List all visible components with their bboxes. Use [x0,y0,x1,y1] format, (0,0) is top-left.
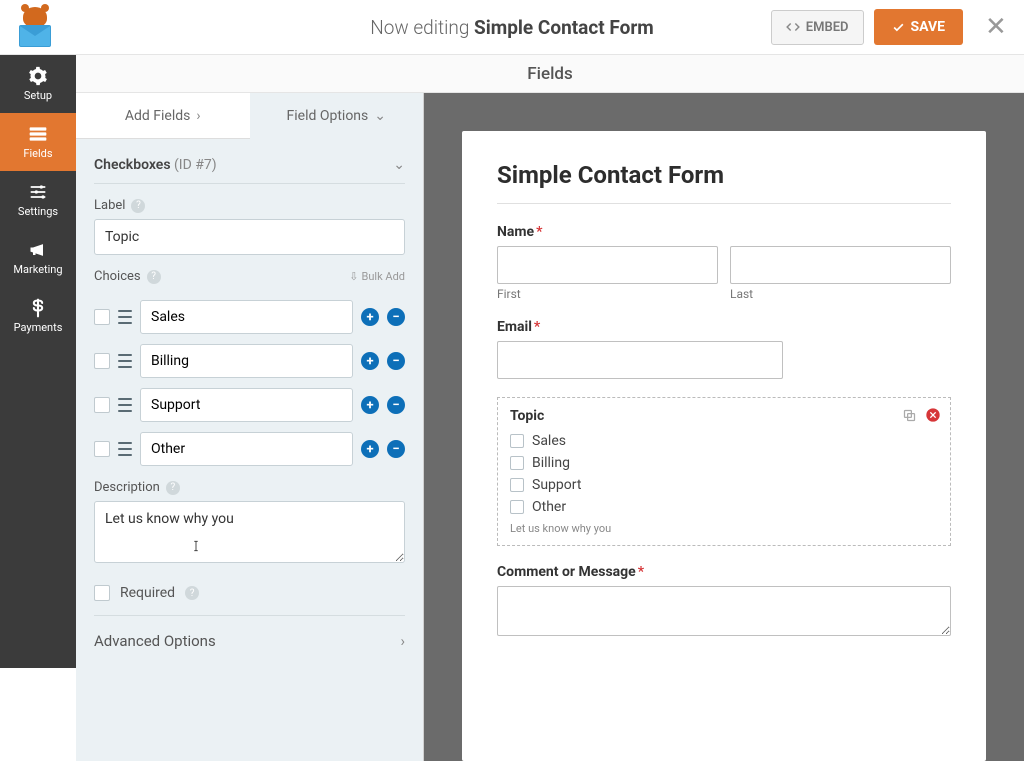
sidebar-item-label: Payments [14,321,63,334]
sidebar-item-fields[interactable]: Fields [0,113,76,171]
sidebar-item-label: Fields [23,147,52,160]
topic-label: Topic [510,408,938,424]
choices-heading: Choices ? [94,269,161,284]
bulk-add-button[interactable]: ⇩ Bulk Add [349,270,405,283]
preview-canvas: Simple Contact Form Name* First Last Ema… [424,93,1024,761]
choice-row: + − [94,432,405,466]
add-choice-button[interactable]: + [361,440,379,458]
help-icon[interactable]: ? [166,481,180,495]
add-choice-button[interactable]: + [361,352,379,370]
sidebar-item-label: Marketing [13,263,62,276]
sidebar-item-marketing[interactable]: Marketing [0,229,76,287]
gear-icon [28,66,48,86]
dollar-icon [28,298,48,318]
chevron-right-icon: › [196,108,200,124]
field-options-header[interactable]: Checkboxes (ID #7) ⌄ [94,139,405,184]
save-button[interactable]: SAVE [874,9,964,45]
add-choice-button[interactable]: + [361,396,379,414]
preview-name-field[interactable]: Name* First Last [497,224,951,301]
delete-field-button[interactable] [924,406,942,424]
drag-handle-icon[interactable] [118,354,132,368]
preview-choice: Other [510,496,938,518]
topic-description: Let us know why you [510,522,938,535]
choice-default-checkbox[interactable] [94,397,110,413]
first-name-sublabel: First [497,287,718,301]
label-heading: Label ? [94,184,405,219]
last-name-sublabel: Last [730,287,951,301]
tab-field-options[interactable]: Field Options ⌄ [250,93,424,139]
sidebar-item-payments[interactable]: Payments [0,287,76,345]
first-name-input[interactable] [497,246,718,284]
sidebar-item-settings[interactable]: Settings [0,171,76,229]
text-cursor-icon [189,537,203,555]
sidebar-item-setup[interactable]: Setup [0,55,76,113]
check-icon [892,21,905,34]
choice-default-checkbox[interactable] [94,353,110,369]
required-checkbox[interactable] [94,585,110,601]
download-icon: ⇩ [349,270,358,283]
chevron-down-icon: ⌄ [374,108,386,124]
drag-handle-icon[interactable] [118,398,132,412]
sliders-icon [28,182,48,202]
chevron-right-icon: › [400,632,405,650]
remove-choice-button[interactable]: − [387,308,405,326]
email-input[interactable] [497,341,783,379]
help-icon[interactable]: ? [131,199,145,213]
last-name-input[interactable] [730,246,951,284]
help-icon[interactable]: ? [185,586,199,600]
copy-icon [902,408,917,423]
fields-icon [28,124,48,144]
wpforms-logo [15,7,55,47]
remove-choice-button[interactable]: − [387,440,405,458]
top-header: Now editing Simple Contact Form EMBED SA… [0,0,1024,55]
choice-row: + − [94,300,405,334]
drag-handle-icon[interactable] [118,442,132,456]
preview-choice: Billing [510,452,938,474]
description-heading: Description ? [94,466,405,501]
remove-choice-button[interactable]: − [387,396,405,414]
tab-add-fields[interactable]: Add Fields › [76,93,250,139]
sidebar-item-label: Settings [18,205,58,218]
delete-icon [925,407,941,423]
choice-row: + − [94,388,405,422]
field-options-panel: Add Fields › Field Options ⌄ Checkboxes … [76,93,424,761]
choice-input[interactable] [140,300,353,334]
add-choice-button[interactable]: + [361,308,379,326]
preview-topic-field[interactable]: Topic Sales Billing Support Other Let us… [497,397,951,546]
choice-default-checkbox[interactable] [94,441,110,457]
chevron-down-icon: ⌄ [393,157,405,173]
remove-choice-button[interactable]: − [387,352,405,370]
drag-handle-icon[interactable] [118,310,132,324]
label-input[interactable] [94,219,405,255]
embed-button[interactable]: EMBED [771,10,864,45]
help-icon[interactable]: ? [147,270,161,284]
section-header: Fields [76,55,1024,93]
editing-title: Now editing Simple Contact Form [370,16,654,39]
choice-input[interactable] [140,388,353,422]
form-title: Simple Contact Form [497,161,951,204]
sidebar-item-label: Setup [24,89,52,102]
preview-choice: Sales [510,430,938,452]
comment-textarea[interactable] [497,586,951,636]
choice-row: + − [94,344,405,378]
code-icon [786,20,800,34]
form-preview: Simple Contact Form Name* First Last Ema… [462,131,986,761]
required-row: Required ? [94,567,405,616]
choice-input[interactable] [140,344,353,378]
bullhorn-icon [28,240,48,260]
choice-default-checkbox[interactable] [94,309,110,325]
preview-email-field[interactable]: Email* [497,319,951,379]
preview-choice: Support [510,474,938,496]
description-textarea[interactable] [94,501,405,563]
advanced-options-toggle[interactable]: Advanced Options › [94,616,405,650]
close-button[interactable]: ✕ [985,12,1009,42]
left-sidebar: Setup Fields Settings Marketing Payments [0,55,76,668]
duplicate-field-button[interactable] [900,406,918,424]
preview-comment-field[interactable]: Comment or Message* [497,564,951,640]
choice-input[interactable] [140,432,353,466]
